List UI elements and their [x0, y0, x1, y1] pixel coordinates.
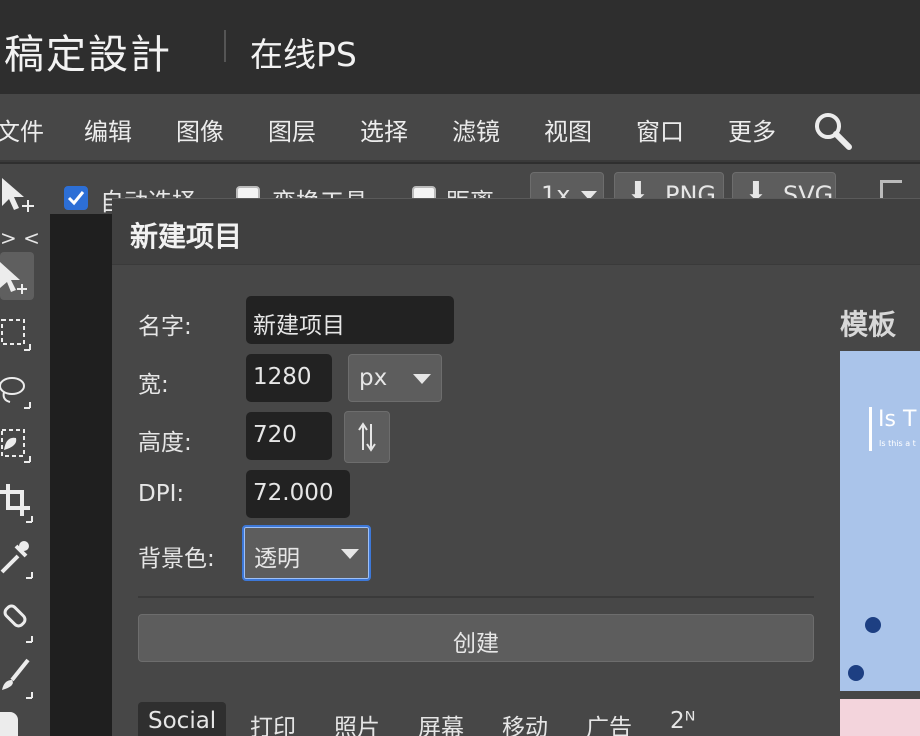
background-select[interactable]: 透明: [242, 525, 371, 581]
menu-layer[interactable]: 图层: [268, 112, 316, 147]
move-tool-icon[interactable]: [0, 176, 38, 214]
dialog-title: 新建项目: [130, 220, 243, 253]
background-value: 透明: [254, 546, 300, 572]
canvas-area: [50, 214, 112, 736]
template-thumbnail[interactable]: [840, 699, 920, 736]
template-dot: [848, 665, 864, 681]
search-icon[interactable]: [812, 110, 854, 152]
menu-bar: 文件 编辑 图像 图层 选择 滤镜 视图 窗口 更多: [0, 94, 920, 162]
height-label: 高度:: [138, 430, 192, 456]
template-dot: [865, 617, 881, 633]
dpi-field[interactable]: 72.000: [246, 470, 350, 518]
tab-mobile[interactable]: 移动: [492, 702, 558, 736]
brand-logo[interactable]: 稿定設計: [4, 22, 172, 80]
chevron-down-icon: [341, 549, 359, 559]
tab-screen[interactable]: 屏幕: [408, 702, 474, 736]
dialog-header: 新建项目: [112, 199, 920, 265]
new-project-dialog: 新建项目 名字: 新建项目 宽: 1280 px 高度: 720 DPI: 72…: [112, 198, 920, 736]
templates-title: 模板: [840, 308, 897, 341]
eyedropper-tool-icon[interactable]: [0, 532, 34, 580]
menu-filter[interactable]: 滤镜: [452, 112, 500, 147]
tab-print[interactable]: 打印: [240, 702, 306, 736]
name-field[interactable]: 新建项目: [246, 296, 454, 344]
healing-tool-icon[interactable]: [0, 596, 34, 644]
checkmark-icon: [67, 191, 85, 206]
template-preview-subtitle: Is this a t: [879, 439, 916, 448]
app-window: 稿定設計 在线PS 文件 编辑 图像 图层 选择 滤镜 视图 窗口 更多 自动选…: [0, 0, 920, 736]
swap-arrows-icon: [358, 422, 376, 452]
swap-dimensions-button[interactable]: [344, 411, 390, 463]
dialog-divider: [138, 596, 814, 598]
tab-photo[interactable]: 照片: [324, 702, 390, 736]
menu-file[interactable]: 文件: [0, 112, 44, 147]
collapse-toolbar-button[interactable]: > <: [0, 226, 40, 250]
height-field[interactable]: 720: [246, 412, 332, 460]
menu-edit[interactable]: 编辑: [84, 112, 132, 147]
template-accent-bar: [869, 407, 872, 451]
background-label: 背景色:: [138, 546, 215, 572]
title-divider: [224, 30, 226, 62]
template-thumbnail[interactable]: Is T Is this a t: [840, 351, 920, 691]
dpi-label: DPI:: [138, 481, 185, 507]
magic-select-tool-icon[interactable]: [0, 420, 34, 468]
auto-select-checkbox[interactable]: [64, 186, 88, 210]
create-button[interactable]: 创建: [138, 614, 814, 662]
title-bar: 稿定設計 在线PS: [0, 0, 920, 94]
lasso-tool-icon[interactable]: [0, 366, 34, 414]
template-preview-title: Is T: [878, 407, 917, 432]
crop-tool-icon[interactable]: [0, 478, 34, 526]
marquee-tool-icon[interactable]: [0, 310, 34, 358]
width-label: 宽:: [138, 372, 169, 398]
menu-more[interactable]: 更多: [728, 112, 776, 147]
menu-view[interactable]: 视图: [544, 112, 592, 147]
tab-social[interactable]: Social: [138, 702, 227, 736]
stamp-tool-icon[interactable]: [0, 712, 18, 736]
menu-window[interactable]: 窗口: [636, 112, 684, 147]
menu-image[interactable]: 图像: [176, 112, 224, 147]
tab-power-of-two[interactable]: 2ᴺ: [660, 702, 705, 736]
app-name: 在线PS: [250, 35, 357, 74]
brush-tool-icon[interactable]: [0, 654, 34, 702]
menu-select[interactable]: 选择: [360, 112, 408, 147]
unit-value: px: [359, 365, 388, 391]
tab-ads[interactable]: 广告: [576, 702, 642, 736]
chevron-down-icon: [413, 374, 431, 384]
name-label: 名字:: [138, 314, 192, 340]
unit-select[interactable]: px: [348, 354, 442, 402]
move-tool-icon[interactable]: [0, 252, 34, 300]
width-field[interactable]: 1280: [246, 354, 332, 402]
